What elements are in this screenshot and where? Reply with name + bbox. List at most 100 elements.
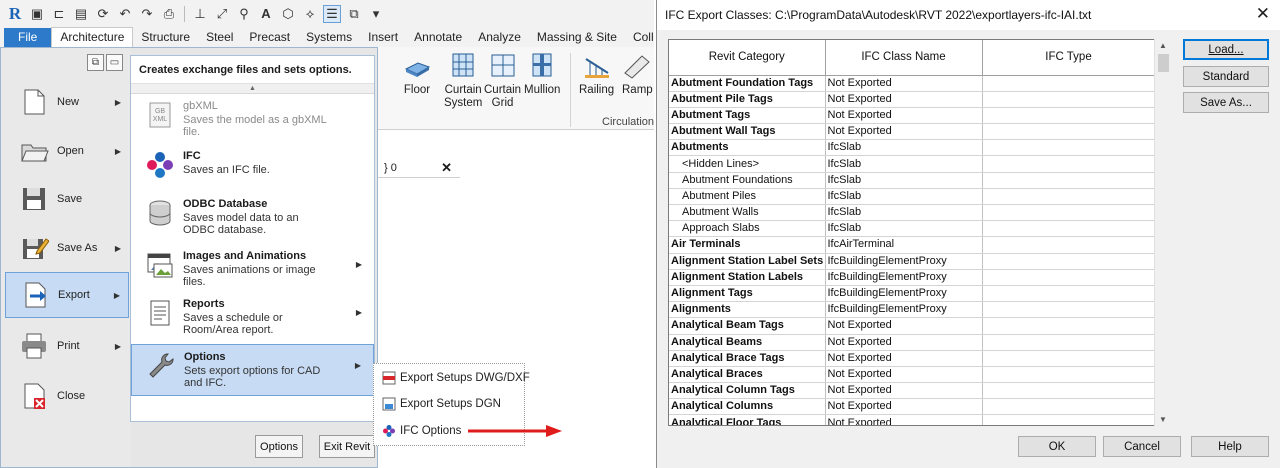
export-item-options[interactable]: Options Sets export options for CAD and I… [131,344,374,396]
table-row[interactable]: Abutments IfcSlab [669,139,1156,157]
table-row[interactable]: <Hidden Lines> IfcSlab [669,155,1156,173]
export-item-reports[interactable]: Reports Saves a schedule or Room/Area rep… [131,292,374,338]
flyout-item-export-setups-dgn[interactable]: Export Setups DGN [382,397,501,411]
export-item-images-and-animations[interactable]: Images and Animations Saves animations or… [131,244,374,288]
ifc-class-name-cell[interactable]: Not Exported [825,317,983,335]
options-button[interactable]: Options [255,435,303,458]
recent-documents-icon[interactable]: ⧉ [87,54,104,71]
ifc-type-cell[interactable] [982,107,1156,125]
revit-category-cell[interactable]: Abutment Wall Tags [669,123,826,141]
tag-icon[interactable]: ⚲ [235,5,253,23]
ifc-type-cell[interactable] [982,123,1156,141]
table-row[interactable]: Alignment Station Label Sets IfcBuildingE… [669,253,1156,270]
ifc-class-name-cell[interactable]: IfcBuildingElementProxy [825,253,983,270]
table-row[interactable]: Abutment Tags Not Exported [669,107,1156,125]
table-row[interactable]: Analytical Columns Not Exported [669,398,1156,416]
ifc-class-name-cell[interactable]: IfcSlab [825,139,983,157]
menu-item-new[interactable]: New ▶ [5,79,129,125]
ifc-type-cell[interactable] [982,301,1156,319]
revit-category-cell[interactable]: Alignment Station Labels [669,269,826,286]
exit-revit-button[interactable]: Exit Revit [319,435,375,458]
ifc-type-cell[interactable] [982,204,1156,222]
column-header-revit-category[interactable]: Revit Category [669,40,826,76]
ifc-class-name-cell[interactable]: Not Exported [825,366,983,384]
table-row[interactable]: Analytical Braces Not Exported [669,366,1156,384]
tab-systems[interactable]: Systems [298,28,360,47]
revit-category-cell[interactable]: Alignment Tags [669,285,826,303]
ifc-type-cell[interactable] [982,334,1156,351]
ifc-class-name-cell[interactable]: IfcSlab [825,188,983,206]
ifc-class-name-cell[interactable]: Not Exported [825,107,983,125]
ifc-type-cell[interactable] [982,155,1156,173]
menu-item-save-as[interactable]: Save As ▶ [5,225,129,271]
switch-windows-icon[interactable]: ⧉ [345,5,363,23]
tab-insert[interactable]: Insert [360,28,406,47]
ramp-button[interactable]: Ramp [622,51,653,97]
curtain-system-button[interactable]: Curtain System [444,51,482,110]
revit-category-cell[interactable]: Analytical Beam Tags [669,317,826,335]
menu-item-close[interactable]: Close [5,373,129,419]
revit-category-cell[interactable]: Alignments [669,301,826,319]
ifc-class-name-cell[interactable]: Not Exported [825,91,983,108]
grid-scrollbar[interactable]: ▲ ▼ [1154,39,1170,426]
revit-category-cell[interactable]: <Hidden Lines> [669,155,826,173]
table-row[interactable]: Approach Slabs IfcSlab [669,220,1156,238]
table-row[interactable]: Analytical Column Tags Not Exported [669,382,1156,400]
revit-category-cell[interactable]: Alignment Station Label Sets [669,253,826,270]
revit-category-cell[interactable]: Abutment Foundation Tags [669,75,826,92]
cancel-button[interactable]: Cancel [1103,436,1181,457]
revit-category-cell[interactable]: Abutment Tags [669,107,826,125]
column-header-ifc-type[interactable]: IFC Type [982,40,1156,76]
ifc-class-name-cell[interactable]: IfcBuildingElementProxy [825,301,983,319]
table-row[interactable]: Air Terminals IfcAirTerminal [669,236,1156,254]
ifc-type-cell[interactable] [982,75,1156,92]
ifc-class-name-cell[interactable]: IfcSlab [825,155,983,173]
column-header-ifc-class-name[interactable]: IFC Class Name [825,40,983,76]
ifc-class-name-cell[interactable]: Not Exported [825,123,983,141]
export-item-gbxml[interactable]: GB XML gbXML Saves the model as a gbXML fil… [131,94,374,138]
revit-category-cell[interactable]: Abutments [669,139,826,157]
close-icon[interactable]: ✕ [1256,4,1270,24]
revit-category-cell[interactable]: Analytical Column Tags [669,382,826,400]
ifc-type-cell[interactable] [982,253,1156,270]
table-row[interactable]: Analytical Beam Tags Not Exported [669,317,1156,335]
section-icon[interactable]: ⟡ [301,5,319,23]
menu-item-save[interactable]: Save [5,176,129,222]
table-row[interactable]: Analytical Floor Tags Not Exported [669,414,1156,425]
ifc-class-name-cell[interactable]: IfcSlab [825,172,983,189]
redo-icon[interactable]: ↷ [138,5,156,23]
tab-precast[interactable]: Precast [241,28,298,47]
ifc-type-cell[interactable] [982,382,1156,400]
tab-analyze[interactable]: Analyze [470,28,529,47]
ifc-type-cell[interactable] [982,285,1156,303]
revit-category-cell[interactable]: Abutment Walls [669,204,826,222]
revit-category-cell[interactable]: Analytical Columns [669,398,826,416]
revit-category-cell[interactable]: Abutment Piles [669,188,826,206]
ifc-class-name-cell[interactable]: IfcSlab [825,204,983,222]
ifc-type-cell[interactable] [982,317,1156,335]
ifc-class-name-cell[interactable]: IfcAirTerminal [825,236,983,254]
mullion-button[interactable]: Mullion [524,51,560,97]
revit-category-cell[interactable]: Analytical Braces [669,366,826,384]
revit-category-cell[interactable]: Air Terminals [669,236,826,254]
tab-steel[interactable]: Steel [198,28,241,47]
ifc-class-name-cell[interactable]: Not Exported [825,75,983,92]
revit-category-cell[interactable]: Approach Slabs [669,220,826,238]
ifc-type-cell[interactable] [982,269,1156,286]
tab-annotate[interactable]: Annotate [406,28,470,47]
standard-button[interactable]: Standard [1183,66,1269,87]
flyout-item-ifc-options[interactable]: IFC Options [382,424,461,438]
table-row[interactable]: Abutment Foundation Tags Not Exported [669,75,1156,92]
measure-icon[interactable]: ⊥ [191,5,209,23]
ifc-class-name-cell[interactable]: Not Exported [825,334,983,351]
text-icon[interactable]: A [257,5,275,23]
ifc-class-name-cell[interactable]: IfcBuildingElementProxy [825,269,983,286]
table-row[interactable]: Analytical Beams Not Exported [669,334,1156,351]
open-icon[interactable]: ⊏ [50,5,68,23]
curtain-grid-button[interactable]: Curtain Grid [484,51,521,110]
menu-item-print[interactable]: Print ▶ [5,323,129,369]
ifc-type-cell[interactable] [982,350,1156,367]
home-icon[interactable]: ▣ [28,5,46,23]
ifc-class-name-cell[interactable]: Not Exported [825,414,983,425]
submenu-scroll-up[interactable]: ▲ [131,84,374,94]
